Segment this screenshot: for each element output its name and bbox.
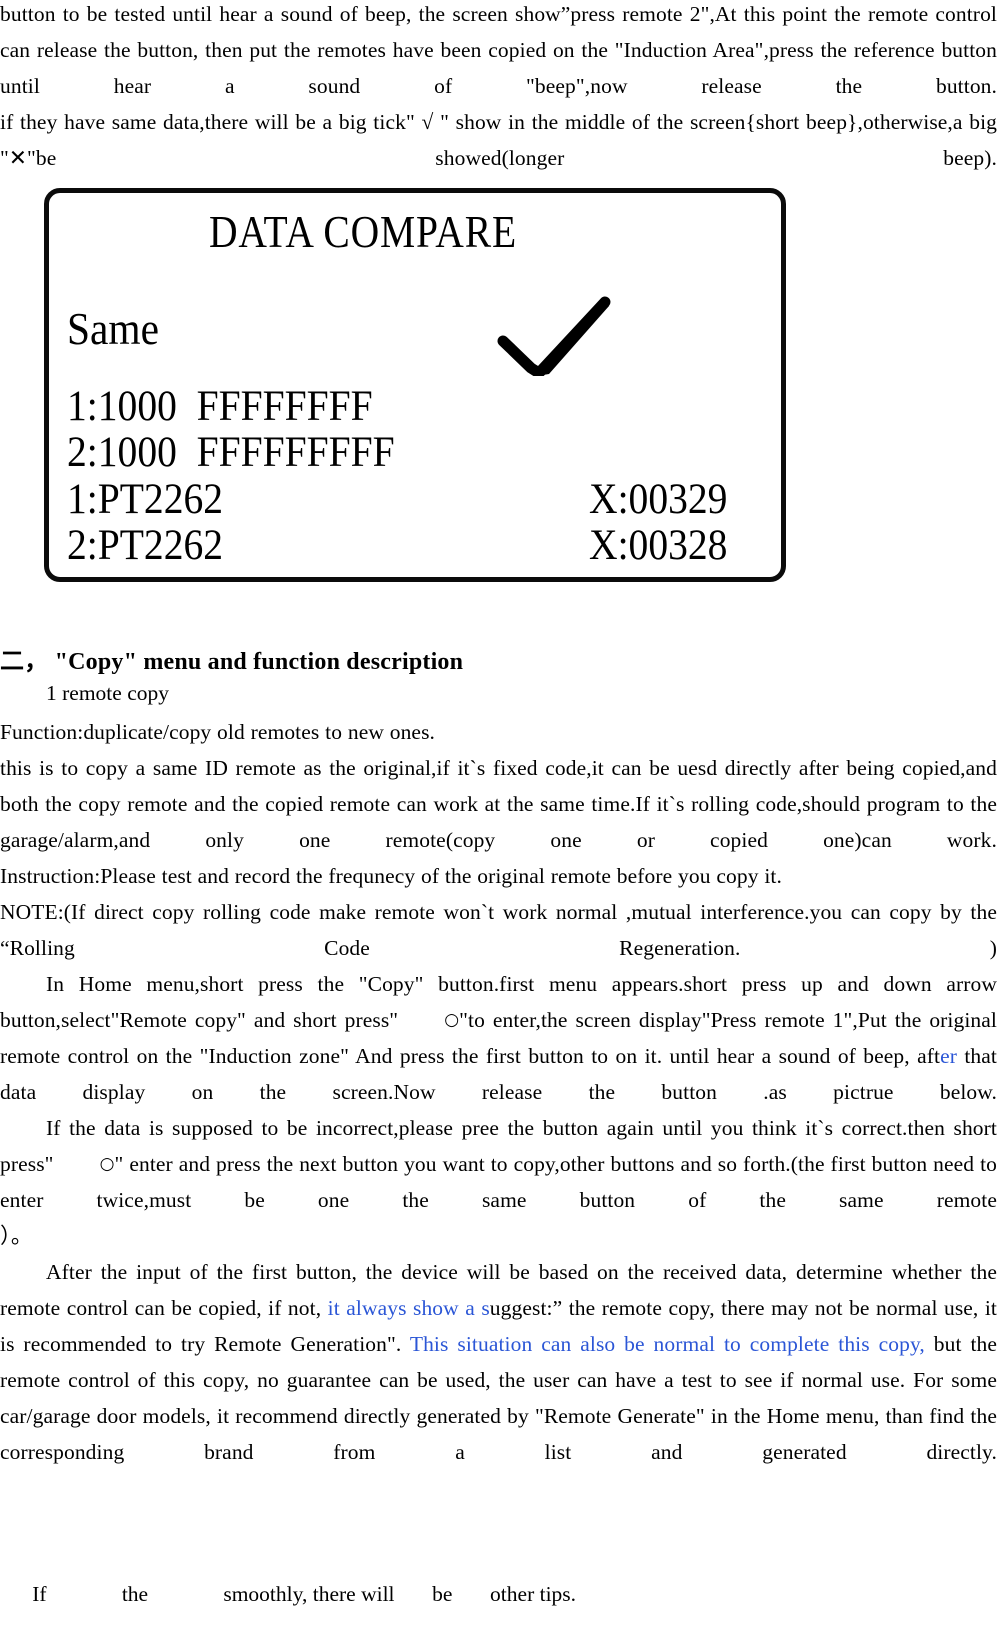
section-heading: 二， "Copy" menu and function description <box>0 649 464 675</box>
paragraph-tick-cross: if they have same data,there will be a b… <box>0 110 997 170</box>
paragraph-after-input: After the input of the first button, the… <box>0 1254 1000 1470</box>
after-word-blue: er <box>940 1044 957 1068</box>
lcd-data-row: 2:PT2262 <box>67 522 224 569</box>
after-word-black: aft <box>917 1044 941 1068</box>
circle-button-icon: ○ <box>444 1010 460 1030</box>
lcd-status-label: Same <box>67 303 159 354</box>
lcd-x-value: X:00328 <box>589 522 728 569</box>
paragraph-note: NOTE:(If direct copy rolling code make r… <box>0 900 997 960</box>
circle-button-icon: ○ <box>99 1154 115 1174</box>
lcd-data-row: 1:1000 FFFFFFFF <box>67 383 373 430</box>
after-input-blue-1: it always show a s <box>327 1296 490 1320</box>
lcd-x-value: X:00329 <box>589 476 728 523</box>
paragraph-tip-line: If the smoothly, there will be other tip… <box>0 1582 577 1606</box>
paragraph-incorrect-data: If the data is supposed to be incorrect,… <box>0 1110 1000 1218</box>
after-input-blue-2: This situation can also be normal to com… <box>409 1332 925 1356</box>
lcd-data-row: 1:PT2262 <box>67 476 224 523</box>
lcd-screen-figure: DATA COMPARE Same 1:1000 FFFFFFFF 2:1000… <box>44 188 786 582</box>
check-mark-icon <box>497 296 611 376</box>
top-paragraph-block: button to be tested until hear a sound o… <box>0 0 1000 176</box>
lcd-title: DATA COMPARE <box>209 206 517 257</box>
lcd-data-row: 2:1000 FFFFFFFFF <box>67 429 395 476</box>
body-paragraph-block: Function:duplicate/copy old remotes to n… <box>0 714 1000 1470</box>
document-page: button to be tested until hear a sound o… <box>0 0 1000 1630</box>
paragraph-fixed-code: this is to copy a same ID remote as the … <box>0 756 997 852</box>
incorrect-text-part2: " enter and press the next button you wa… <box>0 1152 997 1212</box>
paragraph-instruction: Instruction:Please test and record the f… <box>0 864 782 888</box>
paragraph-home-menu: In Home menu,short press the "Copy" butt… <box>0 966 1000 1110</box>
paragraph-closing-paren: ）。 <box>0 1224 33 1248</box>
paragraph-function: Function:duplicate/copy old remotes to n… <box>0 720 436 744</box>
paragraph-beep-instruction: button to be tested until hear a sound o… <box>0 2 997 98</box>
sub-item-label: 1 remote copy <box>46 681 169 705</box>
